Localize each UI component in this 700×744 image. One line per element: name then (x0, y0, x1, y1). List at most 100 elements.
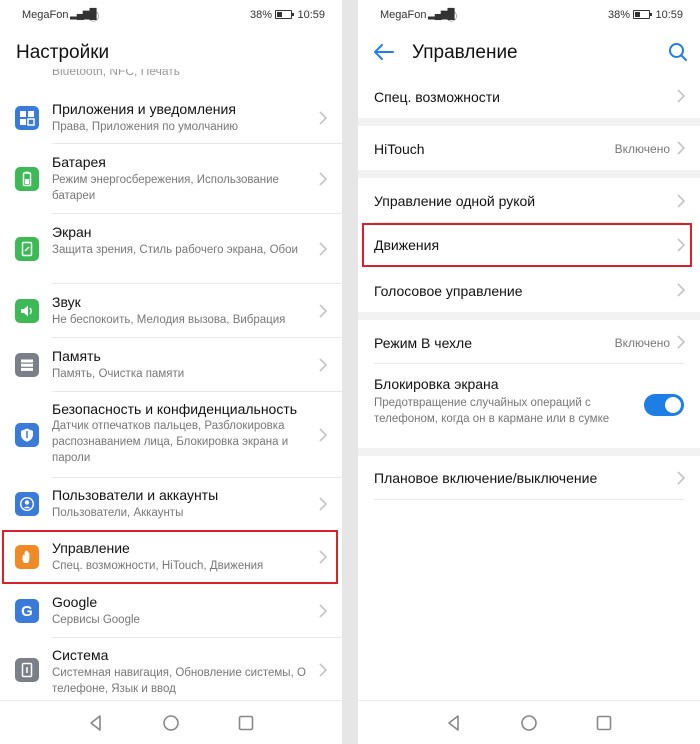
settings-item-subtitle: Пользователи, Аккаунты (52, 507, 184, 519)
apps-icon (15, 106, 39, 130)
menu-item-one-hand[interactable]: Управление одной рукой (358, 178, 700, 223)
menu-item-voice-control[interactable]: Голосовое управление (358, 267, 700, 312)
page-title: Настройки (16, 42, 110, 63)
highlight-frame (2, 530, 338, 584)
menu-item-hitouch[interactable]: HiTouch Включено (358, 126, 700, 170)
settings-item-subtitle: Сервисы Google (52, 614, 140, 626)
settings-item-battery[interactable]: Батарея Режим энергосбережения, Использо… (0, 144, 342, 214)
chevron-right-icon (677, 194, 686, 208)
settings-item-title: Батарея (52, 154, 106, 170)
settings-item-subtitle: Защита зрения, Стиль рабочего экрана, Об… (52, 244, 298, 256)
settings-item-title: Система (52, 647, 109, 663)
chevron-right-icon (319, 242, 328, 256)
scrolled-item-subtitle: Bluetooth, NFC, Печать (52, 69, 181, 78)
settings-item-security[interactable]: Безопасность и конфиденциальность Датчик… (0, 392, 342, 478)
settings-item-title: Звук (52, 294, 81, 310)
carrier-name: MegaFon (380, 9, 427, 21)
clock: 10:59 (655, 9, 683, 21)
settings-item-title: Безопасность и конфиденциальность (52, 401, 298, 417)
chevron-right-icon (677, 141, 686, 155)
settings-item-subtitle: Режим энергосбережения, Использование ба… (52, 174, 279, 202)
chevron-right-icon (319, 663, 328, 677)
settings-item-storage[interactable]: Память Память, Очистка памяти (0, 338, 342, 392)
settings-item-apps[interactable]: Приложения и уведомления Права, Приложен… (0, 92, 342, 144)
menu-item-title: Голосовое управление (374, 283, 523, 299)
system-icon (15, 658, 39, 682)
settings-item-system[interactable]: Система Системная навигация, Обновление … (0, 638, 342, 700)
battery-percent: 38% (249, 9, 272, 21)
chevron-right-icon (677, 283, 686, 297)
menu-item-title: HiTouch (374, 141, 425, 157)
settings-item-users[interactable]: Пользователи и аккаунты Пользователи, Ак… (0, 478, 342, 530)
back-nav-icon[interactable] (86, 713, 106, 733)
menu-item-cover-mode[interactable]: Режим В чехле Включено (358, 320, 700, 364)
chevron-right-icon (319, 604, 328, 618)
menu-item-title: Плановое включение/выключение (374, 470, 598, 486)
settings-item-subtitle: Системная навигация, Обновление системы,… (52, 667, 306, 695)
battery-status-icon (275, 10, 294, 19)
settings-item-title: Память (52, 348, 101, 364)
menu-item-title: Управление одной рукой (374, 193, 536, 209)
chevron-right-icon (677, 335, 686, 349)
user-icon (15, 492, 39, 516)
chevron-right-icon (319, 358, 328, 372)
settings-item-google[interactable]: G Google Сервисы Google (0, 584, 342, 638)
settings-item-display[interactable]: Экран Защита зрения, Стиль рабочего экра… (0, 214, 342, 284)
home-nav-icon[interactable] (161, 713, 181, 733)
back-nav-icon[interactable] (444, 713, 464, 733)
chevron-right-icon (319, 172, 328, 186)
search-icon[interactable] (666, 40, 690, 64)
settings-screen: MegaFon ▂▄▆█ Ⓝ 38% 10:59 Настройки Bluet… (0, 0, 342, 744)
shield-icon (15, 423, 39, 447)
menu-item-screen-lock[interactable]: Блокировка экрана Предотвращение случайн… (358, 364, 700, 448)
menu-item-title: Спец. возможности (374, 89, 500, 105)
sound-icon (15, 299, 39, 323)
battery-status-icon (633, 10, 652, 19)
menu-item-title: Режим В чехле (374, 335, 473, 351)
menu-item-value: Включено (614, 142, 670, 156)
battery-icon (15, 167, 39, 191)
section-divider (358, 312, 700, 320)
nav-bar (0, 700, 342, 744)
nfc-icon: Ⓝ (446, 11, 457, 23)
chevron-right-icon (677, 89, 686, 103)
menu-item-value: Включено (614, 336, 670, 350)
recents-nav-icon[interactable] (236, 713, 256, 733)
settings-item-title: Пользователи и аккаунты (52, 487, 219, 503)
settings-item-subtitle: Датчик отпечатков пальцев, Разблокировка… (52, 420, 289, 464)
status-bar: MegaFon ▂▄▆█ Ⓝ 38% 10:59 (0, 0, 342, 30)
settings-item-title: Google (52, 594, 98, 610)
section-divider (358, 448, 700, 456)
smart-assistance-screen: MegaFon ▂▄▆█ Ⓝ 38% 10:59 Управление Спец… (358, 0, 700, 744)
recents-nav-icon[interactable] (594, 713, 614, 733)
back-arrow-icon[interactable] (370, 40, 398, 64)
page-title: Управление (412, 42, 518, 63)
carrier-name: MegaFon (22, 9, 69, 21)
screen-lock-toggle[interactable] (644, 394, 684, 416)
display-icon (15, 237, 39, 261)
chevron-right-icon (319, 111, 328, 125)
app-bar: Настройки (0, 30, 342, 74)
app-bar: Управление (358, 30, 700, 74)
chevron-right-icon (319, 497, 328, 511)
chevron-right-icon (319, 428, 328, 442)
google-icon: G (15, 599, 39, 623)
status-bar: MegaFon ▂▄▆█ Ⓝ 38% 10:59 (358, 0, 700, 30)
nav-bar (358, 700, 700, 744)
section-divider (358, 118, 700, 126)
menu-item-accessibility[interactable]: Спец. возможности (358, 74, 700, 118)
storage-icon (15, 353, 39, 377)
settings-item-sound[interactable]: Звук Не беспокоить, Мелодия вызова, Вибр… (0, 284, 342, 338)
settings-item-title: Экран (52, 224, 92, 240)
settings-item-title: Приложения и уведомления (52, 101, 236, 117)
menu-item-subtitle: Предотвращение случайных операций с теле… (374, 397, 610, 425)
home-nav-icon[interactable] (519, 713, 539, 733)
menu-item-scheduled-power[interactable]: Плановое включение/выключение (358, 456, 700, 500)
settings-item-subtitle: Права, Приложения по умолчанию (52, 121, 239, 133)
battery-percent: 38% (607, 9, 630, 21)
settings-item-subtitle: Не беспокоить, Мелодия вызова, Вибрация (52, 314, 286, 326)
chevron-right-icon (319, 304, 328, 318)
clock: 10:59 (297, 9, 325, 21)
chevron-right-icon (677, 471, 686, 485)
nfc-icon: Ⓝ (88, 11, 99, 23)
